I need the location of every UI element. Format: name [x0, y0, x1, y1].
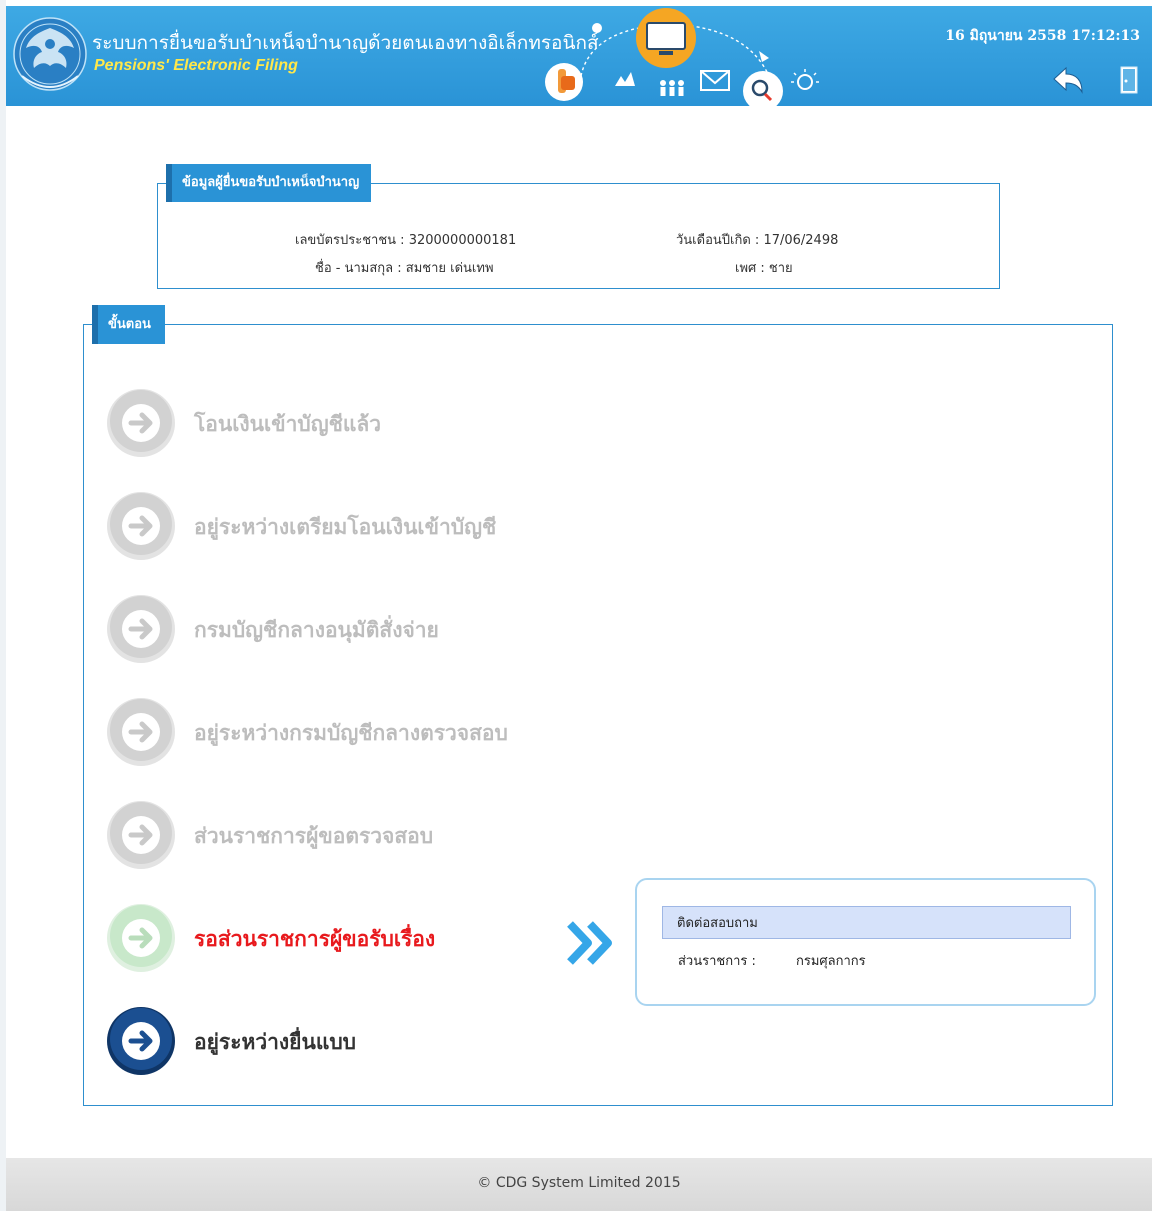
applicant-info-legend: ข้อมูลผู้ยื่นขอรับบำเหน็จบำนาญ [166, 164, 372, 202]
contact-info-panel: ติดต่อสอบถาม ส่วนราชการ : กรมศุลกากร [635, 878, 1096, 1006]
step-label: กรมบัญชีกลางอนุมัติสั่งจ่าย [194, 618, 439, 642]
full-name-label: ชื่อ - นามสกุล : [315, 261, 402, 276]
department-seal-logo [13, 17, 87, 91]
step-item-preparing-transfer: อยู่ระหว่างเตรียมโอนเงินเข้าบัญชี [106, 491, 626, 563]
step-label: อยู่ระหว่างเตรียมโอนเงินเข้าบัญชี [194, 515, 497, 539]
arrow-right-circle-icon [107, 595, 175, 663]
birth-date-row: วันเดือนปีเกิด : 17/06/2498 [676, 229, 838, 250]
sex-value: ชาย [768, 261, 793, 276]
steps-legend: ขั้นตอน [92, 305, 165, 344]
agency-value: กรมศุลกากร [796, 954, 866, 969]
double-chevron-right-icon [567, 921, 612, 965]
arrow-right-circle-icon [107, 801, 175, 869]
sex-label: เพศ : [735, 261, 765, 276]
birth-date-value: 17/06/2498 [763, 233, 839, 248]
header-illustration [545, 8, 819, 106]
national-id-row: เลขบัตรประชาชน : 3200000000181 [295, 229, 516, 250]
birth-date-label: วันเดือนปีเกิด : [676, 233, 760, 248]
step-item-filing: อยู่ระหว่างยื่นแบบ [106, 1006, 626, 1078]
status-steps-panel: ขั้นตอน โอนเงินเข้าบัญชีแล้ว อยู่ระหว่าง… [83, 305, 1113, 1106]
back-arrow-icon[interactable] [1050, 64, 1086, 96]
national-id-label: เลขบัตรประชาชน : [295, 233, 405, 248]
door-exit-icon[interactable] [1120, 66, 1138, 94]
current-datetime: 16 มิถุนายน 2558 17:12:13 [945, 28, 1140, 44]
page-footer: © CDG System Limited 2015 [6, 1158, 1152, 1211]
contact-heading: ติดต่อสอบถาม [662, 906, 1071, 939]
agency-row: ส่วนราชการ : กรมศุลกากร [678, 950, 866, 971]
step-item-under-review: อยู่ระหว่างกรมบัญชีกลางตรวจสอบ [106, 697, 626, 769]
full-name-value: สมชาย เด่นเทพ [405, 261, 494, 276]
arrow-right-circle-icon [107, 904, 175, 972]
applicant-info-panel: ข้อมูลผู้ยื่นขอรับบำเหน็จบำนาญ เลขบัตรปร… [157, 164, 1000, 289]
step-item-approved: กรมบัญชีกลางอนุมัติสั่งจ่าย [106, 594, 626, 666]
step-item-awaiting-agency: รอส่วนราชการผู้ขอรับเรื่อง [106, 903, 626, 975]
arrow-right-circle-icon [107, 492, 175, 560]
agency-label: ส่วนราชการ : [678, 954, 756, 969]
step-label: รอส่วนราชการผู้ขอรับเรื่อง [194, 927, 436, 951]
arrow-right-circle-icon [107, 698, 175, 766]
arrow-right-circle-icon [107, 1007, 175, 1075]
app-title-english: Pensions' Electronic Filing [94, 57, 298, 74]
app-title-thai: ระบบการยื่นขอรับบำเหน็จบำนาญด้วยตนเองทาง… [92, 32, 599, 54]
national-id-value: 3200000000181 [408, 233, 517, 248]
arrow-right-circle-icon [107, 389, 175, 457]
step-label: ส่วนราชการผู้ขอตรวจสอบ [194, 824, 434, 848]
sex-row: เพศ : ชาย [735, 257, 793, 278]
step-label: โอนเงินเข้าบัญชีแล้ว [194, 412, 382, 436]
copyright-text: © CDG System Limited 2015 [477, 1175, 681, 1191]
full-name-row: ชื่อ - นามสกุล : สมชาย เด่นเทพ [315, 257, 494, 278]
step-item-agency-review: ส่วนราชการผู้ขอตรวจสอบ [106, 800, 626, 872]
step-item-transferred: โอนเงินเข้าบัญชีแล้ว [106, 388, 626, 460]
step-label: อยู่ระหว่างกรมบัญชีกลางตรวจสอบ [194, 721, 508, 745]
page-edge [0, 0, 6, 1211]
step-label: อยู่ระหว่างยื่นแบบ [194, 1030, 357, 1054]
app-header: ระบบการยื่นขอรับบำเหน็จบำนาญด้วยตนเองทาง… [6, 6, 1152, 106]
